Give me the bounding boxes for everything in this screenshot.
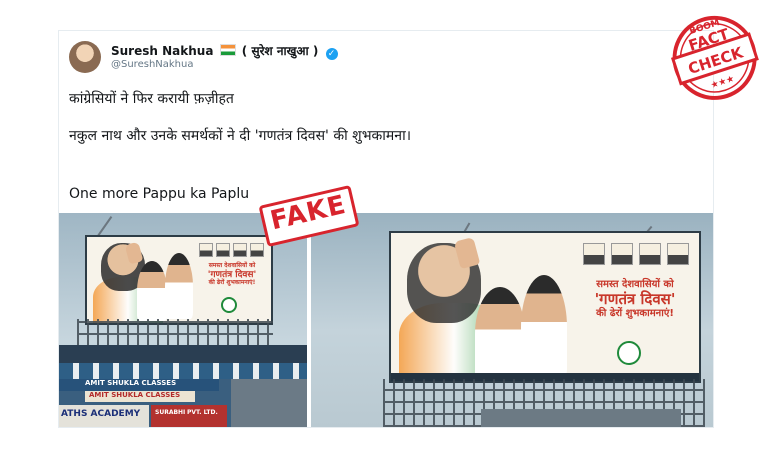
display-name-hindi[interactable]: ( सुरेश नाखुआ ): [242, 44, 319, 58]
shop-sign-4: SURABHI: [155, 409, 186, 416]
boom-fact-check-badge: BOOM FACT CHECK ★★★: [670, 15, 759, 100]
tweet-text-line3: One more Pappu ka Paplu: [69, 186, 250, 202]
party-logo-icon-right: [617, 341, 641, 365]
billboard-message-left: समस्त देशवासियों को 'गणतंत्र दिवस' की ढे…: [207, 262, 257, 287]
billboard-person-1-right: [475, 287, 525, 381]
shop-sign-1: AMIT SHUKLA CLASSES: [85, 379, 177, 387]
tweet-text-line2: नकुल नाथ और उनके समर्थकों ने दी 'गणतंत्र…: [69, 128, 411, 144]
tweet-text-line1: कांग्रेसियों ने फिर करायी फ़ज़ीहत: [69, 91, 234, 107]
verified-badge-icon: ✓: [325, 48, 338, 60]
building-roof-right: [481, 409, 681, 427]
billboard-person-1: [137, 261, 167, 321]
shop-sign-3: ATHS ACADEMY: [61, 409, 141, 419]
party-logo-icon: [221, 297, 237, 313]
author-handle[interactable]: @SureshNakhua: [111, 59, 193, 70]
badge-stars: ★★★: [710, 74, 736, 91]
shop-sign-5: PVT. LTD.: [187, 409, 218, 416]
billboard-person-2-right: [521, 275, 567, 379]
billboard-left: समस्त देशवासियों को 'गणतंत्र दिवस' की ढे…: [85, 235, 273, 325]
tweet-image-right[interactable]: समस्त देशवासियों को 'गणतंत्र दिवस' की ढे…: [311, 213, 713, 427]
billboard-thumbnails-right: [583, 243, 689, 265]
billboard-person-2: [165, 253, 193, 319]
avatar[interactable]: [69, 41, 101, 73]
india-flag-icon: [219, 44, 236, 56]
billboard-message-right: समस्त देशवासियों को 'गणतंत्र दिवस' की ढे…: [594, 279, 676, 319]
billboard-right: समस्त देशवासियों को 'गणतंत्र दिवस' की ढे…: [389, 231, 701, 383]
building-left: AMIT SHUKLA CLASSES AMIT SHUKLA CLASSES …: [59, 345, 307, 427]
display-name[interactable]: Suresh Nakhua: [111, 44, 213, 58]
shop-sign-2: AMIT SHUKLA CLASSES: [89, 391, 181, 399]
author-name-row[interactable]: Suresh Nakhua ( सुरेश नाखुआ ) ✓: [111, 42, 338, 60]
billboard-thumbnails: [199, 243, 264, 257]
scaffold-left: [77, 319, 273, 347]
tweet-card: Suresh Nakhua ( सुरेश नाखुआ ) ✓ @SureshN…: [58, 30, 714, 428]
